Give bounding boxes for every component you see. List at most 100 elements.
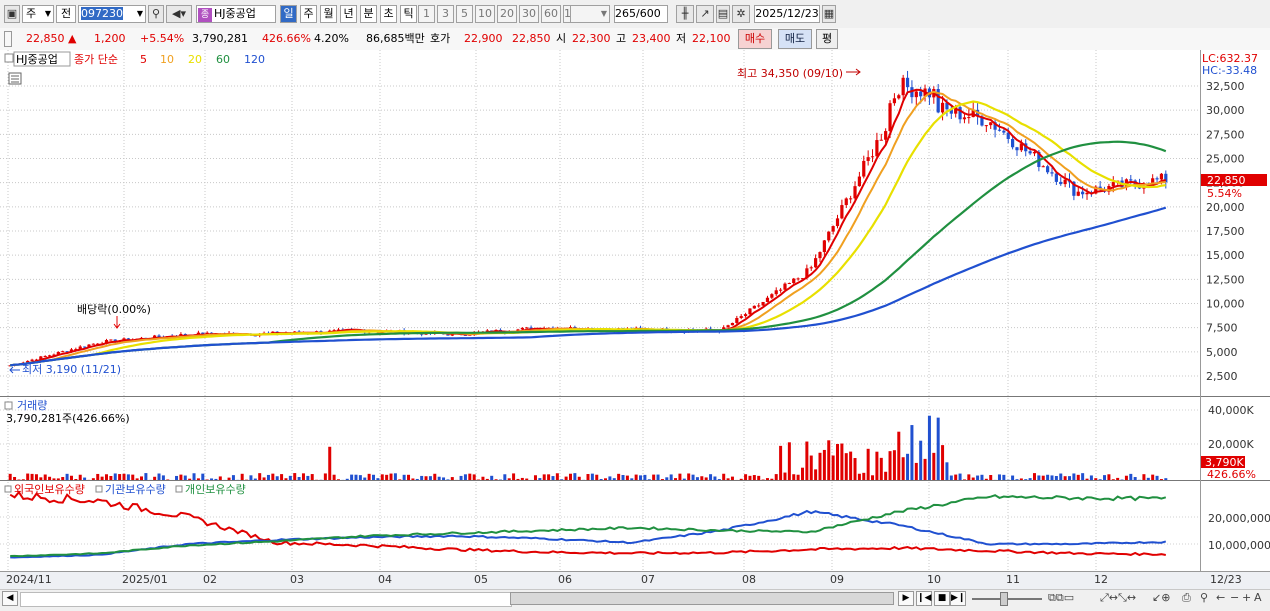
volume-bar [573, 473, 576, 480]
period-tab-0[interactable]: 일 [280, 5, 297, 23]
zoom-slider-handle[interactable] [1000, 592, 1008, 606]
scroll-left-icon[interactable]: ◀ [2, 591, 18, 606]
buy-button[interactable]: 매수 [738, 29, 772, 49]
period-mode-select[interactable]: 주▼ [22, 5, 54, 23]
open-value: 22,300 [572, 31, 611, 47]
candle-type-icon[interactable]: ╫ [676, 5, 694, 23]
stop-icon[interactable]: ■ [934, 591, 950, 606]
volume-bar [652, 475, 655, 480]
volume-bar [871, 475, 874, 480]
volume-bar [153, 477, 156, 480]
volume-bar [158, 474, 161, 480]
draw-tool-icon[interactable]: ↗ [696, 5, 714, 23]
gear-icon[interactable]: ✲ [732, 5, 750, 23]
volume-bar [985, 479, 988, 480]
period-tab-3[interactable]: 년 [340, 5, 357, 23]
volume-bar [1064, 476, 1067, 480]
sell-button[interactable]: 매도 [778, 29, 812, 49]
volume-bar [324, 473, 327, 480]
volume-bar [473, 474, 476, 480]
period-tab-5[interactable]: 초 [380, 5, 397, 23]
volume-bar [118, 474, 121, 480]
chevron-down-icon[interactable]: ▼ [137, 6, 143, 22]
drawing-tools-icon[interactable]: ⤢↔⤡↔ [1100, 591, 1136, 605]
scrollbar-track[interactable] [20, 592, 512, 607]
candle-body [744, 314, 747, 316]
font-size-icon[interactable]: A [1254, 591, 1262, 604]
line-tools-icon[interactable]: ↙⊕ [1152, 591, 1170, 604]
volume-bar [617, 474, 620, 480]
volume-bar [114, 473, 117, 480]
layout-icon[interactable]: ▣ [4, 5, 20, 23]
volume-bar [630, 478, 633, 480]
interval-button-3[interactable]: 3 [437, 5, 454, 23]
zoom-in-icon[interactable]: + [1242, 591, 1251, 604]
volume-bar [232, 475, 235, 480]
arrow-left-icon[interactable]: ← [1216, 591, 1225, 604]
volume-bar [184, 476, 187, 480]
volume-bar [683, 479, 686, 480]
interval-dropdown[interactable]: ▼ [570, 5, 610, 23]
quote-checkbox[interactable] [4, 31, 12, 47]
candle-body [525, 327, 528, 328]
count-value: 265 [615, 7, 636, 20]
candle-body [840, 205, 843, 218]
prev-button[interactable]: 전 [56, 5, 76, 23]
volume-bar [280, 474, 283, 480]
speaker-icon[interactable]: ◀▾ [166, 5, 192, 23]
scroll-right-icon[interactable]: ▶ [898, 591, 914, 606]
volume-bar [363, 478, 366, 480]
candle-body [109, 339, 112, 340]
interval-button-60[interactable]: 60 [541, 5, 561, 23]
interval-button-30[interactable]: 30 [519, 5, 539, 23]
volume-bar [109, 476, 112, 480]
volume-bar [604, 478, 607, 480]
step-forward-icon[interactable]: ▶❙ [950, 591, 966, 606]
save-icon[interactable]: ▤ [716, 5, 730, 23]
volume-bar [486, 479, 489, 480]
count-field[interactable]: 265/600 [614, 5, 668, 23]
volume-bar [731, 477, 734, 480]
volume-bar [1042, 476, 1045, 480]
volume-bar [587, 474, 590, 480]
zoom-search-icon[interactable]: ⚲ [1200, 591, 1208, 604]
x-axis-label: 02 [203, 573, 217, 586]
calendar-icon[interactable]: ▦ [822, 5, 836, 23]
interval-button-20[interactable]: 20 [497, 5, 517, 23]
zoom-out-icon[interactable]: − [1230, 591, 1239, 604]
volume-bar [775, 474, 778, 480]
volume-bar [1029, 478, 1032, 480]
volume-bar [101, 477, 104, 480]
print-icon[interactable]: ⎙ [1182, 591, 1191, 605]
stock-name-field[interactable]: 종HJ중공업 [196, 5, 276, 23]
search-icon[interactable]: ⚲ [148, 5, 164, 23]
dividend-annotation: 배당락(0.00%) [77, 303, 151, 316]
volume-bar [910, 425, 913, 480]
eval-button[interactable]: 평 [816, 29, 838, 49]
volume-bar [1103, 475, 1106, 480]
candle-body [61, 351, 64, 352]
period-tab-4[interactable]: 분 [360, 5, 377, 23]
step-back-icon[interactable]: ❙◀ [916, 591, 932, 606]
stock-code-input[interactable]: 097230▼ [78, 5, 146, 23]
candle-body [1155, 178, 1158, 179]
candle-body [788, 283, 791, 284]
period-tab-6[interactable]: 틱 [400, 5, 417, 23]
interval-button-1[interactable]: 1 [418, 5, 435, 23]
hold-tick-20m: 20,000,000 [1208, 512, 1270, 525]
candle-body [30, 360, 33, 361]
date-input[interactable]: 2025/12/23 [754, 5, 820, 23]
layout-tools-icon[interactable]: ⧉⧉▭ [1048, 591, 1074, 605]
interval-button-10[interactable]: 10 [475, 5, 495, 23]
interval-button-5[interactable]: 5 [456, 5, 473, 23]
volume-bar [1134, 477, 1137, 480]
volume-bar [569, 474, 572, 480]
period-tab-2[interactable]: 월 [320, 5, 337, 23]
stock-chart[interactable]: HJ중공업 종가 단순 5102060120 LC:632.37 HC:-33.… [0, 50, 1270, 589]
volume-bar [61, 477, 64, 480]
scrollbar-thumb[interactable] [510, 592, 894, 605]
volume-bar [1086, 479, 1089, 480]
period-tab-1[interactable]: 주 [300, 5, 317, 23]
volume-bar [249, 475, 252, 480]
volume-bar [547, 474, 550, 480]
